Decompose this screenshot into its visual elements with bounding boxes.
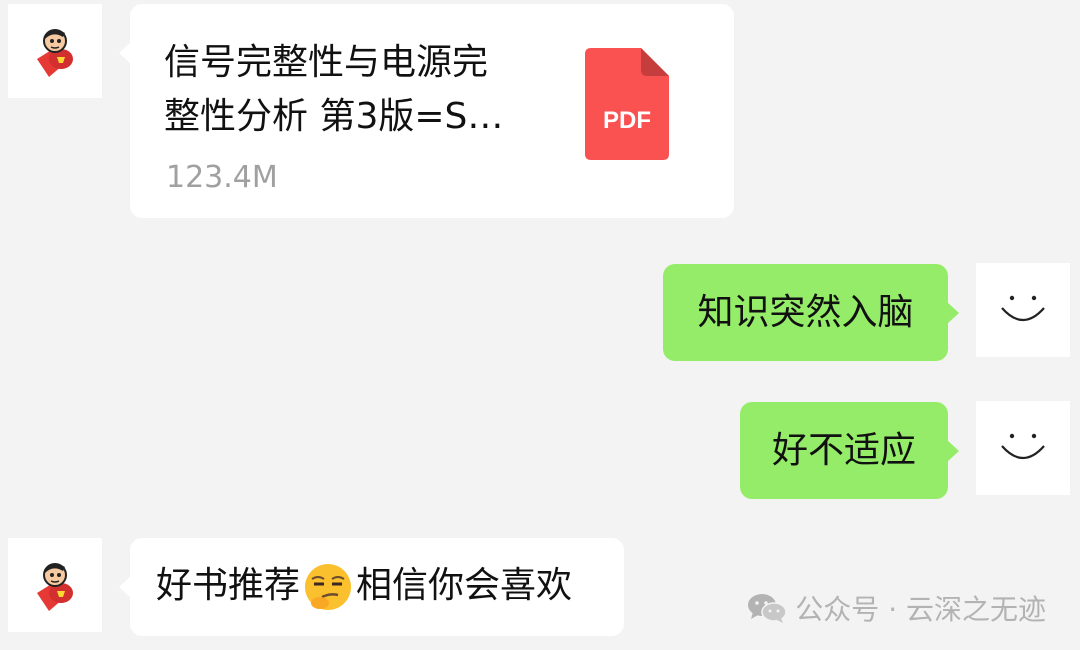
avatar-other[interactable] [8, 538, 102, 632]
text-message-bubble[interactable]: 知识突然入脑 [663, 264, 959, 361]
smiley-avatar-icon [1001, 433, 1045, 460]
bubble-tail [947, 302, 959, 324]
avatar-self[interactable] [976, 263, 1070, 357]
superhero-avatar-icon [37, 563, 73, 611]
message-text: 好书推荐 相信你会喜欢 [156, 561, 572, 613]
bubble-tail [119, 42, 131, 64]
smiley-avatar-icon [1001, 295, 1045, 322]
pdf-file-icon: PDF [585, 48, 669, 160]
avatar-self[interactable] [976, 401, 1070, 495]
avatar-other[interactable] [8, 4, 102, 98]
text-message-bubble[interactable]: 好不适应 [740, 402, 959, 499]
message-text: 好不适应 [771, 429, 916, 471]
message-text: 知识突然入脑 [697, 291, 914, 333]
file-title: 信号完整性与电源完 整性分析 第3版=S… [164, 36, 524, 144]
file-title-line2: 整性分析 第3版=S… [164, 96, 504, 137]
watermark-label: 公众号 · 云深之无迹 [795, 593, 1046, 626]
wechat-icon [748, 594, 788, 623]
bubble-tail [119, 576, 131, 598]
message-text-before: 好书推荐 [156, 565, 301, 606]
file-message-bubble[interactable]: 信号完整性与电源完 整性分析 第3版=S… 123.4M PDF [119, 4, 734, 218]
file-size: 123.4M [166, 160, 278, 195]
smirk-face-icon [305, 564, 352, 610]
bubble-tail [947, 440, 959, 462]
pdf-icon-label: PDF [603, 107, 651, 134]
message-text-after: 相信你会喜欢 [356, 565, 573, 606]
superhero-avatar-icon [37, 29, 73, 77]
watermark: 公众号 · 云深之无迹 [747, 588, 1046, 628]
text-message-bubble[interactable]: 好书推荐 相信你会喜欢 [119, 538, 624, 636]
file-title-line1: 信号完整性与电源完 [164, 42, 489, 83]
